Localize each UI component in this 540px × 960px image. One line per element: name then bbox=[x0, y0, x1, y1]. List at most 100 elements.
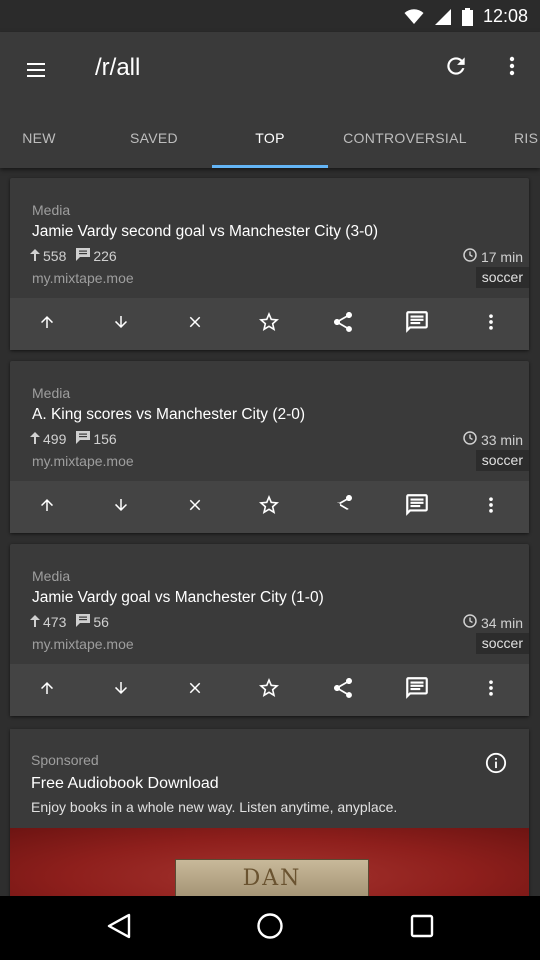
more-vert-icon bbox=[481, 678, 501, 703]
post-actions bbox=[10, 664, 529, 716]
comment-icon bbox=[404, 675, 430, 706]
recents-square-icon bbox=[409, 913, 435, 944]
system-nav-bar bbox=[0, 896, 540, 960]
more-vert-icon bbox=[481, 312, 501, 337]
hide-button[interactable] bbox=[158, 664, 232, 716]
post-comments-count: 226 bbox=[93, 248, 117, 264]
battery-icon bbox=[461, 7, 473, 26]
star-icon bbox=[257, 676, 281, 705]
save-button[interactable] bbox=[232, 664, 306, 716]
tab-rising[interactable]: RIS bbox=[500, 108, 540, 168]
menu-button[interactable] bbox=[16, 52, 56, 92]
post-actions bbox=[10, 481, 529, 533]
post-age: 33 min bbox=[463, 431, 523, 448]
clock-icon bbox=[463, 248, 477, 265]
comments-button[interactable] bbox=[380, 664, 454, 716]
post-stats: 558 226 bbox=[30, 248, 127, 264]
refresh-button[interactable] bbox=[436, 48, 476, 88]
post-more-button[interactable] bbox=[454, 298, 528, 350]
post-score: 473 bbox=[43, 614, 67, 630]
share-button[interactable] bbox=[306, 481, 380, 533]
save-button[interactable] bbox=[232, 481, 306, 533]
post-score: 558 bbox=[43, 248, 67, 264]
book-cover-text: DAN bbox=[242, 866, 302, 891]
arrow-up-icon bbox=[38, 679, 56, 702]
post-stats: 473 56 bbox=[30, 614, 119, 630]
sponsored-card[interactable]: Sponsored Free Audiobook Download Enjoy … bbox=[10, 729, 529, 896]
post-comments-count: 156 bbox=[93, 431, 117, 447]
post-body[interactable]: Media Jamie Vardy goal vs Manchester Cit… bbox=[10, 544, 529, 664]
tab-saved[interactable]: SAVED bbox=[98, 108, 210, 168]
score-arrow-icon bbox=[30, 431, 40, 447]
more-vert-icon bbox=[481, 495, 501, 520]
clock-icon bbox=[463, 431, 477, 448]
post-title[interactable]: Jamie Vardy second goal vs Manchester Ci… bbox=[32, 223, 378, 241]
recents-button[interactable] bbox=[400, 906, 444, 950]
post-title[interactable]: Jamie Vardy goal vs Manchester City (1-0… bbox=[32, 589, 324, 607]
tab-controversial[interactable]: CONTROVERSIAL bbox=[328, 108, 482, 168]
info-icon bbox=[485, 752, 507, 778]
post-more-button[interactable] bbox=[454, 664, 528, 716]
hide-button[interactable] bbox=[158, 298, 232, 350]
post-actions bbox=[10, 298, 529, 350]
downvote-button[interactable] bbox=[84, 481, 158, 533]
save-button[interactable] bbox=[232, 298, 306, 350]
close-icon bbox=[186, 496, 204, 519]
post-feed[interactable]: Media Jamie Vardy second goal vs Manches… bbox=[0, 168, 540, 896]
arrow-down-icon bbox=[112, 679, 130, 702]
arrow-up-icon bbox=[38, 496, 56, 519]
back-button[interactable] bbox=[97, 906, 141, 950]
star-icon bbox=[257, 310, 281, 339]
ad-info-button[interactable] bbox=[485, 752, 507, 774]
status-bar: 12:08 bbox=[0, 0, 540, 32]
home-button[interactable] bbox=[248, 906, 292, 950]
share-button[interactable] bbox=[306, 664, 380, 716]
ad-image[interactable]: DAN bbox=[10, 828, 529, 896]
hide-button[interactable] bbox=[158, 481, 232, 533]
post-age-text: 33 min bbox=[480, 431, 523, 448]
star-icon bbox=[257, 493, 281, 522]
post-score: 499 bbox=[43, 431, 67, 447]
post-age: 34 min bbox=[463, 614, 523, 631]
post-comments-count: 56 bbox=[93, 614, 109, 630]
share-button[interactable] bbox=[306, 298, 380, 350]
sponsored-label: Sponsored bbox=[31, 752, 99, 768]
upvote-button[interactable] bbox=[10, 664, 84, 716]
active-tab-indicator bbox=[212, 165, 328, 168]
post-flair: soccer bbox=[475, 267, 529, 288]
ad-title[interactable]: Free Audiobook Download bbox=[31, 775, 219, 793]
post-body[interactable]: Media Jamie Vardy second goal vs Manches… bbox=[10, 178, 529, 298]
comments-button[interactable] bbox=[380, 298, 454, 350]
upvote-button[interactable] bbox=[10, 481, 84, 533]
signal-icon bbox=[434, 8, 452, 26]
downvote-button[interactable] bbox=[84, 664, 158, 716]
close-icon bbox=[186, 679, 204, 702]
overflow-menu-button[interactable] bbox=[492, 48, 532, 88]
score-arrow-icon bbox=[30, 614, 40, 630]
post-title[interactable]: A. King scores vs Manchester City (2-0) bbox=[32, 406, 305, 424]
comments-button[interactable] bbox=[380, 481, 454, 533]
tab-top[interactable]: TOP bbox=[212, 108, 328, 168]
downvote-button[interactable] bbox=[84, 298, 158, 350]
post-type: Media bbox=[32, 568, 71, 584]
ad-description: Enjoy books in a whole new way. Listen a… bbox=[31, 799, 398, 815]
post-age-text: 34 min bbox=[480, 614, 523, 631]
post-card: Media Jamie Vardy second goal vs Manches… bbox=[10, 178, 529, 350]
post-body[interactable]: Media A. King scores vs Manchester City … bbox=[10, 361, 529, 481]
comments-count-icon bbox=[76, 248, 91, 264]
book-cover: DAN bbox=[175, 859, 369, 896]
post-card: Media Jamie Vardy goal vs Manchester Cit… bbox=[10, 544, 529, 716]
post-age: 17 min bbox=[463, 248, 523, 265]
wifi-icon bbox=[404, 8, 424, 25]
tab-new[interactable]: NEW bbox=[0, 108, 78, 168]
share-icon bbox=[331, 493, 355, 522]
refresh-icon bbox=[443, 53, 469, 84]
post-domain: my.mixtape.moe bbox=[32, 453, 134, 469]
more-vert-icon bbox=[500, 54, 524, 83]
post-more-button[interactable] bbox=[454, 481, 528, 533]
comment-icon bbox=[404, 492, 430, 523]
upvote-button[interactable] bbox=[10, 298, 84, 350]
comment-icon bbox=[404, 309, 430, 340]
clock-icon bbox=[463, 614, 477, 631]
post-flair: soccer bbox=[475, 633, 529, 654]
